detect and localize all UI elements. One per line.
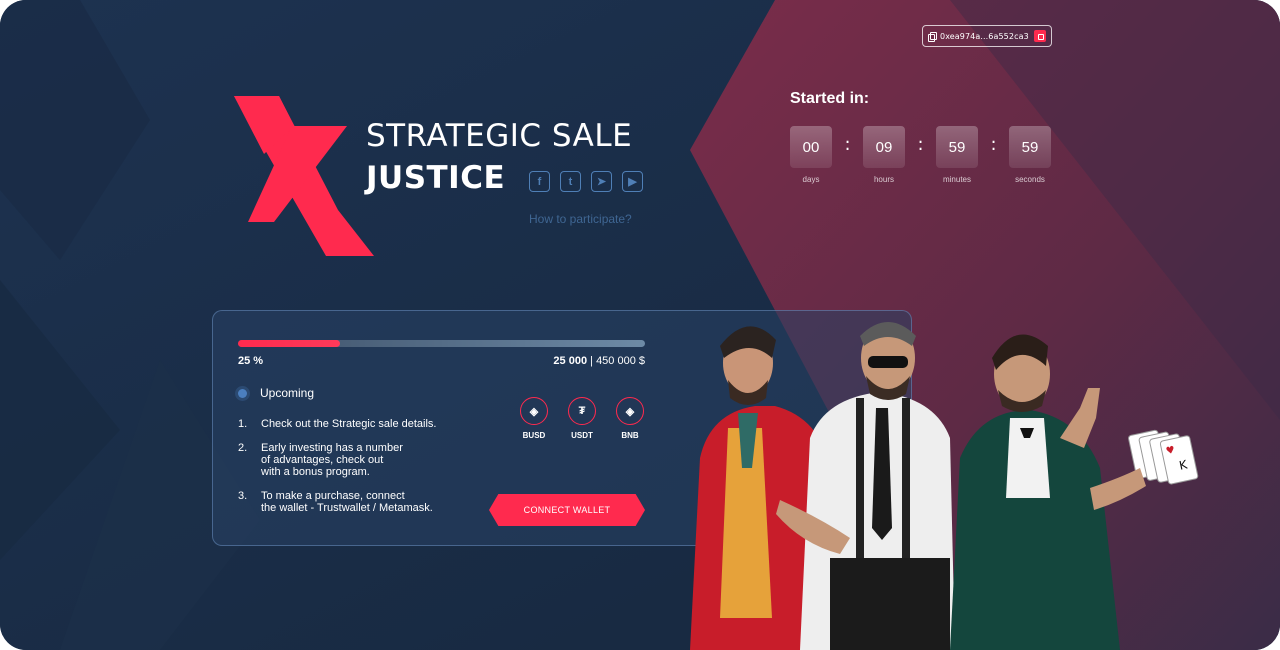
status-dot-icon (238, 388, 247, 398)
youtube-icon[interactable]: ▶ (622, 171, 643, 192)
countdown-separator: : (917, 134, 924, 155)
step-number: 1. (238, 418, 248, 430)
list-item: 3. To make a purchase, connect the walle… (238, 490, 478, 514)
minutes-label: minutes (942, 175, 971, 184)
list-item: 1. Check out the Strategic sale details. (238, 418, 478, 430)
bnb-icon: ◈ (616, 397, 644, 425)
step-text: Early investing has a number of advantag… (261, 442, 403, 478)
sale-status: Upcoming (238, 386, 314, 400)
character-green-suit: ♥ K (950, 334, 1199, 650)
raised-value: 25 000 (553, 355, 588, 367)
page-title: STRATEGIC SALE (366, 118, 633, 154)
countdown-seconds: 59 seconds (1009, 126, 1051, 184)
x-logo (234, 96, 374, 256)
coin-label: BUSD (522, 431, 546, 440)
step-text: To make a purchase, connect the wallet -… (261, 490, 433, 514)
sale-progress-bar (238, 340, 645, 347)
countdown-separator: : (990, 134, 997, 155)
coin-bnb[interactable]: ◈ BNB (616, 397, 644, 440)
busd-icon: ◈ (520, 397, 548, 425)
connect-wallet-button[interactable]: CONNECT WALLET (489, 494, 645, 526)
hours-label: hours (873, 175, 894, 184)
countdown-minutes: 59 minutes (936, 126, 978, 184)
sale-progress-fill (238, 340, 340, 347)
coin-usdt[interactable]: ₮ USDT (568, 397, 596, 440)
status-label: Upcoming (260, 386, 315, 400)
days-value: 00 (790, 126, 832, 168)
minutes-value: 59 (936, 126, 978, 168)
coin-label: BNB (621, 431, 639, 440)
amount-separator: | (587, 355, 597, 367)
step-number: 3. (238, 490, 248, 502)
list-item: 2. Early investing has a number of advan… (238, 442, 478, 478)
step-text: Check out the Strategic sale details. (261, 418, 437, 430)
copy-icon[interactable] (928, 31, 937, 42)
page-frame: 0xea974a...6a552ca3 STRATEGIC SALE JUSTI… (0, 0, 1280, 650)
coin-busd[interactable]: ◈ BUSD (520, 397, 548, 440)
characters-illustration: ♥ K (690, 322, 1199, 650)
wallet-address-chip[interactable]: 0xea974a...6a552ca3 (922, 25, 1052, 47)
raised-amount: 25 000 | 450 000 $ (553, 355, 645, 367)
wallet-address: 0xea974a...6a552ca3 (940, 31, 1029, 41)
twitter-icon[interactable]: t (560, 171, 581, 192)
usdt-icon: ₮ (568, 397, 596, 425)
countdown-days: 00 days (790, 126, 832, 184)
seconds-value: 59 (1009, 126, 1051, 168)
page-subtitle: JUSTICE (366, 160, 506, 196)
seconds-label: seconds (1015, 175, 1045, 184)
facebook-icon[interactable]: f (529, 171, 550, 192)
days-label: days (802, 175, 820, 184)
social-links: f t ➤ ▶ (529, 171, 643, 192)
telegram-icon[interactable]: ➤ (591, 171, 612, 192)
progress-percent: 25 % (238, 355, 264, 367)
countdown: 00 days : 09 hours : 59 minutes : 59 sec… (790, 126, 1051, 184)
goal-value: 450 000 $ (596, 355, 645, 367)
countdown-title: Started in: (790, 90, 870, 107)
how-to-participate-link[interactable]: How to participate? (529, 212, 632, 226)
countdown-hours: 09 hours (863, 126, 905, 184)
step-number: 2. (238, 442, 248, 454)
countdown-separator: : (844, 134, 851, 155)
wallet-icon[interactable] (1033, 30, 1046, 42)
coin-label: USDT (571, 431, 593, 440)
payment-coins: ◈ BUSD ₮ USDT ◈ BNB (520, 397, 644, 440)
hours-value: 09 (863, 126, 905, 168)
steps-list: 1. Check out the Strategic sale details.… (238, 418, 478, 526)
